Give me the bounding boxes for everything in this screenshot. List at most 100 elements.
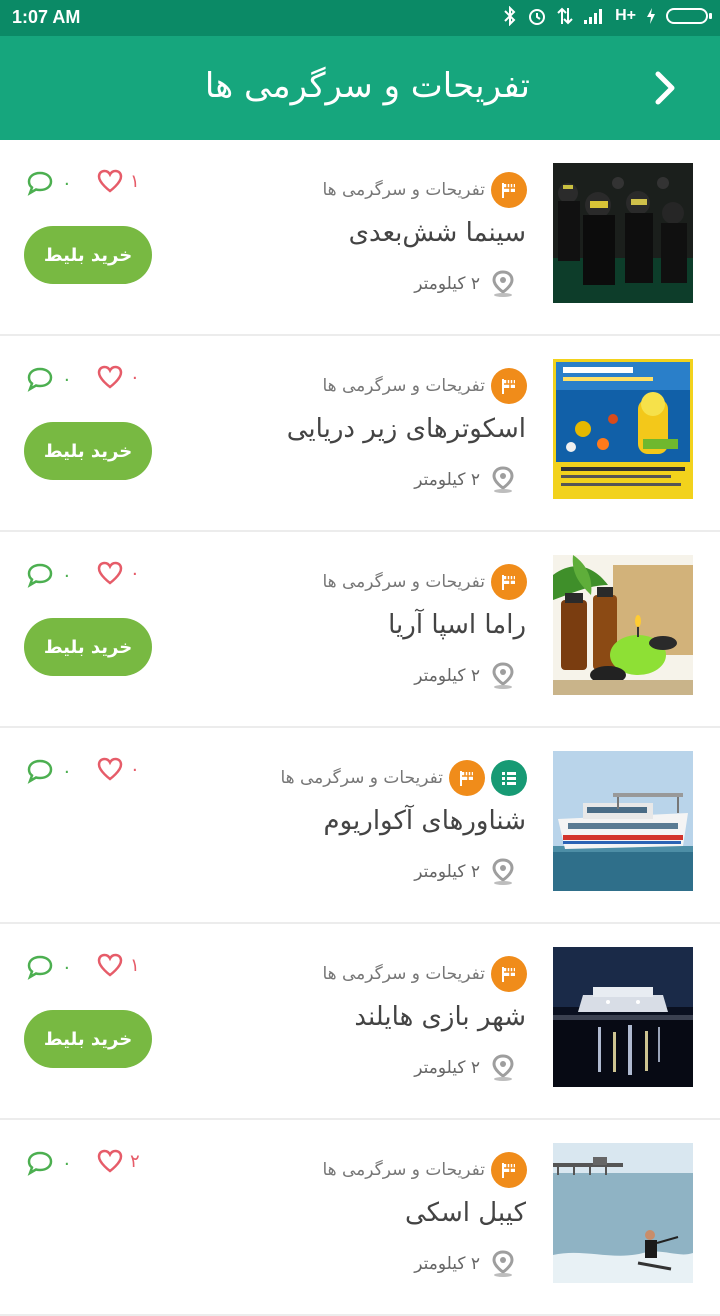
comment-button[interactable]: ۰ <box>26 562 72 588</box>
buy-ticket-button[interactable]: خرید بلیط <box>24 226 152 284</box>
venue-thumbnail <box>553 163 693 303</box>
category-badge <box>491 368 527 404</box>
comment-count: ۰ <box>62 564 72 586</box>
like-count: ۲ <box>130 1150 140 1172</box>
like-button[interactable]: ۱ <box>96 952 140 978</box>
chat-bubble-icon <box>27 367 53 392</box>
distance: ۲ کیلومتر <box>414 662 514 690</box>
like-button[interactable]: ۰ <box>96 364 140 390</box>
chat-bubble-icon <box>27 171 53 196</box>
signal-icon <box>584 9 603 24</box>
category-row: تفریحات و سرگرمی ها <box>322 170 527 210</box>
distance-label: ۲ کیلومتر <box>414 1058 480 1078</box>
distance-label: ۲ کیلومتر <box>414 274 480 294</box>
distance: ۲ کیلومتر <box>414 270 514 298</box>
flag-icon <box>502 379 515 394</box>
list-item[interactable]: تفریحات و سرگرمی ها کیبل اسکی ۲ کیلومتر … <box>0 1120 720 1316</box>
category-label: تفریحات و سرگرمی ها <box>322 964 485 984</box>
distance: ۲ کیلومتر <box>414 466 514 494</box>
location-pin-icon <box>492 1054 514 1081</box>
like-button[interactable]: ۰ <box>96 756 140 782</box>
chat-bubble-icon <box>27 563 53 588</box>
location-pin-icon <box>492 858 514 885</box>
like-count: ۰ <box>130 562 140 584</box>
comment-count: ۰ <box>62 172 72 194</box>
distance: ۲ کیلومتر <box>414 1250 514 1278</box>
venue-name: راما اسپا آریا <box>388 610 526 640</box>
charging-icon <box>647 8 655 24</box>
category-badge <box>449 760 485 796</box>
comment-button[interactable]: ۰ <box>26 366 72 392</box>
comment-button[interactable]: ۰ <box>26 758 72 784</box>
like-count: ۰ <box>130 758 140 780</box>
comment-count: ۰ <box>62 1152 72 1174</box>
battery-icon <box>666 8 712 24</box>
buy-ticket-button[interactable]: خرید بلیط <box>24 1010 152 1068</box>
venue-name: شهر بازی هایلند <box>354 1002 526 1032</box>
category-label: تفریحات و سرگرمی ها <box>322 376 485 396</box>
venue-thumbnail <box>553 359 693 499</box>
distance-label: ۲ کیلومتر <box>414 666 480 686</box>
data-transfer-icon <box>557 7 573 25</box>
comment-count: ۰ <box>62 956 72 978</box>
status-time: 1:07 AM <box>12 7 81 27</box>
list-icon <box>502 772 516 785</box>
back-button[interactable] <box>650 70 680 106</box>
heart-icon <box>97 561 123 585</box>
venue-thumbnail <box>553 751 693 891</box>
status-bar: 1:07 AM H+ <box>0 0 720 36</box>
chat-bubble-icon <box>27 1151 53 1176</box>
venue-name: کیبل اسکی <box>404 1198 526 1228</box>
category-badge <box>491 172 527 208</box>
location-pin-icon <box>492 662 514 689</box>
buy-ticket-button[interactable]: خرید بلیط <box>24 618 152 676</box>
list-item[interactable]: تفریحات و سرگرمی ها سینما شش‌بعدی ۲ کیلو… <box>0 140 720 336</box>
distance-label: ۲ کیلومتر <box>414 470 480 490</box>
comment-count: ۰ <box>62 760 72 782</box>
venue-name: اسکوترهای زیر دریایی <box>286 414 526 444</box>
list-item[interactable]: تفریحات و سرگرمی ها شهر بازی هایلند ۲ کی… <box>0 924 720 1120</box>
app-bar: تفریحات و سرگرمی ها <box>0 36 720 140</box>
heart-icon <box>97 1149 123 1173</box>
category-row: تفریحات و سرگرمی ها <box>322 562 527 602</box>
comment-button[interactable]: ۰ <box>26 170 72 196</box>
category-badge <box>491 1152 527 1188</box>
distance-label: ۲ کیلومتر <box>414 862 480 882</box>
venue-thumbnail <box>553 555 693 695</box>
distance-label: ۲ کیلومتر <box>414 1254 480 1274</box>
venue-thumbnail <box>553 1143 693 1283</box>
category-label: تفریحات و سرگرمی ها <box>322 180 485 200</box>
comment-button[interactable]: ۰ <box>26 954 72 980</box>
flag-icon <box>502 183 515 198</box>
like-button[interactable]: ۰ <box>96 560 140 586</box>
buy-ticket-button[interactable]: خرید بلیط <box>24 422 152 480</box>
heart-icon <box>97 365 123 389</box>
bluetooth-icon <box>504 6 516 26</box>
chat-bubble-icon <box>27 955 53 980</box>
like-button[interactable]: ۲ <box>96 1148 140 1174</box>
category-row: تفریحات و سرگرمی ها <box>322 1150 527 1190</box>
list-item[interactable]: تفریحات و سرگرمی ها راما اسپا آریا ۲ کیل… <box>0 532 720 728</box>
category-row: تفریحات و سرگرمی ها <box>322 954 527 994</box>
venue-list: تفریحات و سرگرمی ها سینما شش‌بعدی ۲ کیلو… <box>0 140 720 1316</box>
location-pin-icon <box>492 270 514 297</box>
like-button[interactable]: ۱ <box>96 168 140 194</box>
list-badge <box>491 760 527 796</box>
list-item[interactable]: تفریحات و سرگرمی ها شناورهای آکواریوم ۲ … <box>0 728 720 924</box>
category-row: تفریحات و سرگرمی ها <box>280 758 527 798</box>
list-item[interactable]: تفریحات و سرگرمی ها اسکوترهای زیر دریایی… <box>0 336 720 532</box>
flag-icon <box>502 1163 515 1178</box>
chevron-right-icon <box>655 71 675 105</box>
flag-icon <box>502 575 515 590</box>
chat-bubble-icon <box>27 759 53 784</box>
venue-thumbnail <box>553 947 693 1087</box>
category-label: تفریحات و سرگرمی ها <box>322 1160 485 1180</box>
category-badge <box>491 564 527 600</box>
location-pin-icon <box>492 466 514 493</box>
category-label: تفریحات و سرگرمی ها <box>280 768 443 788</box>
comment-button[interactable]: ۰ <box>26 1150 72 1176</box>
category-label: تفریحات و سرگرمی ها <box>322 572 485 592</box>
alarm-icon <box>529 9 546 25</box>
location-pin-icon <box>492 1250 514 1277</box>
status-icons: H+ <box>503 6 712 26</box>
